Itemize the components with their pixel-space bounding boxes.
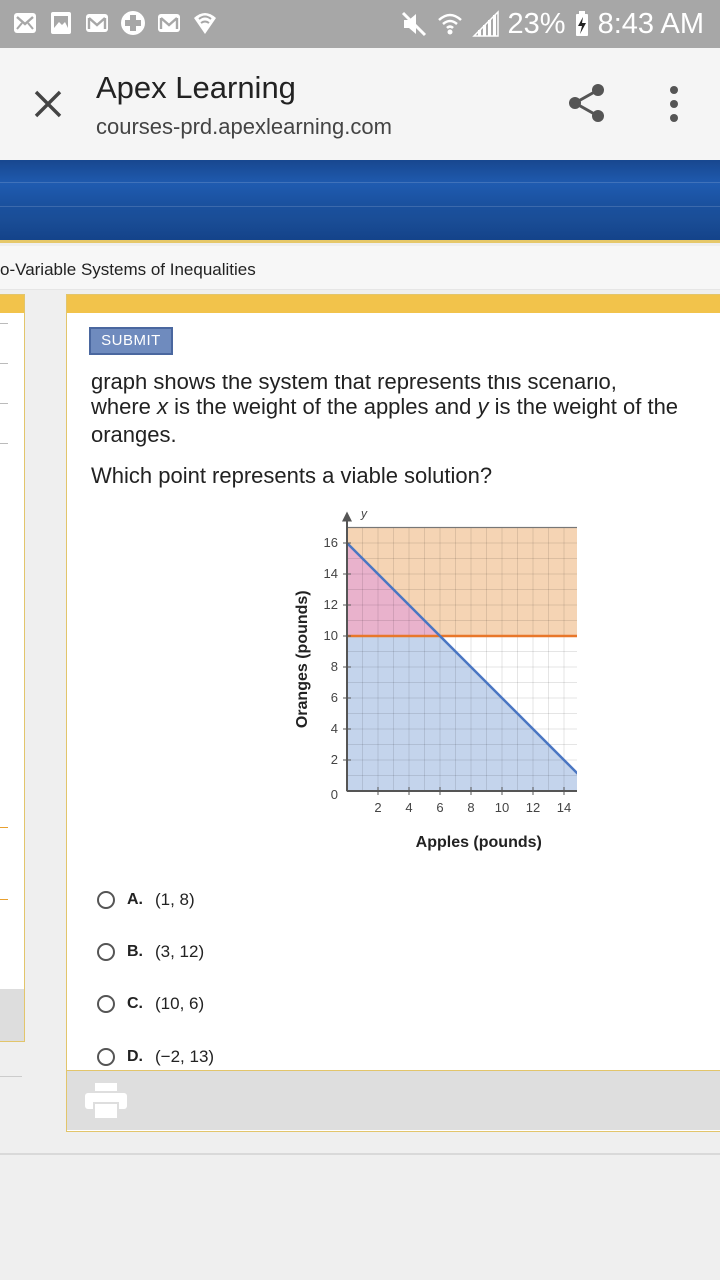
left-panel-tick	[0, 899, 8, 900]
y-tick-label: 14	[324, 566, 338, 581]
y-tick-label: 2	[331, 752, 338, 767]
lesson-title: o-Variable Systems of Inequalities	[0, 260, 256, 279]
question-text: is the weight of the apples and	[168, 394, 478, 419]
page-divider	[0, 1153, 720, 1155]
option-b[interactable]: B. (3, 12)	[97, 938, 204, 966]
health-app-icon	[121, 11, 145, 35]
question-line-partial: graph shows the system that represents t…	[91, 375, 617, 394]
x-tick-label: 10	[495, 800, 509, 815]
x-axis-label: Apples (pounds)	[416, 834, 542, 851]
print-icon[interactable]	[85, 1083, 127, 1119]
gallery-icon	[51, 12, 71, 34]
battery-percent: 23%	[507, 7, 566, 40]
gmail-icon-2	[158, 14, 180, 32]
var-x: x	[157, 394, 169, 419]
y-tick-label: 6	[331, 690, 338, 705]
share-icon[interactable]	[566, 82, 608, 124]
question-text: is the weight of the	[488, 394, 679, 419]
y-tick-label: 16	[324, 535, 338, 550]
screen: 23% 8:43 AM Apex Learning courses-prd.ap…	[0, 0, 720, 1280]
y-axis-variable: y	[360, 507, 368, 521]
banner-stripe	[0, 206, 720, 207]
y-axis-label: Oranges (pounds)	[294, 590, 311, 728]
option-text: (3, 12)	[155, 942, 205, 961]
question-prompt: Which point represents a viable solution…	[91, 463, 493, 488]
radio-button[interactable]	[97, 943, 115, 961]
option-text: (10, 6)	[155, 994, 205, 1013]
x-tick-label: 2	[374, 800, 381, 815]
left-panel-tick	[0, 403, 8, 404]
left-panel-footer	[0, 989, 24, 1041]
more-vert-icon[interactable]	[660, 80, 688, 128]
radio-button[interactable]	[97, 1048, 115, 1066]
mute-icon	[401, 11, 426, 37]
option-text: (1, 8)	[155, 890, 195, 909]
x-tick-label: 4	[405, 800, 412, 815]
option-letter: D.	[127, 1048, 143, 1065]
question-text: where	[91, 394, 158, 419]
status-bar: 23% 8:43 AM	[0, 0, 720, 48]
x-tick-label: 8	[467, 800, 474, 815]
question-card: SUBMIT graph shows the system that repre…	[66, 294, 720, 1132]
left-panel-header	[0, 295, 24, 313]
left-panel[interactable]	[0, 294, 25, 1042]
gmail-icon	[86, 14, 108, 32]
question-line-3: oranges.	[91, 422, 177, 447]
card-header-bar	[67, 295, 720, 313]
option-letter: B.	[127, 943, 143, 960]
wifi-shield-icon	[194, 13, 216, 34]
print-bar	[67, 1070, 720, 1130]
battery-charging-icon	[575, 11, 588, 36]
site-url: courses-prd.apexlearning.com	[96, 114, 392, 139]
option-a[interactable]: A. (1, 8)	[97, 886, 195, 914]
course-banner	[0, 160, 720, 243]
option-letter: C.	[127, 995, 143, 1012]
question-line-2: where x is the weight of the apples and …	[91, 394, 678, 420]
option-letter: A.	[127, 891, 143, 908]
option-d[interactable]: D. (−2, 13)	[97, 1043, 214, 1071]
notification-icons	[12, 10, 218, 36]
email-icon	[14, 13, 36, 33]
submit-button[interactable]: SUBMIT	[89, 327, 173, 355]
site-title: Apex Learning	[96, 70, 296, 105]
signal-icon	[471, 10, 499, 37]
left-panel-tick	[0, 323, 8, 324]
left-panel-tick	[0, 827, 8, 828]
banner-stripe	[0, 182, 720, 183]
wifi-icon	[437, 13, 462, 35]
inequality-graph: 2468101214162468101214160xyApples (pound…	[294, 507, 577, 851]
system-icons: 23% 8:43 AM	[400, 6, 704, 42]
option-text: (−2, 13)	[155, 1047, 215, 1066]
var-y: y	[477, 394, 489, 419]
left-panel-tick	[0, 443, 8, 444]
y-axis-arrow	[342, 511, 352, 522]
y-tick-label: 8	[331, 659, 338, 674]
y-tick-label: 10	[324, 628, 338, 643]
x-tick-label: 6	[436, 800, 443, 815]
y-tick-label: 4	[331, 721, 338, 736]
option-c[interactable]: C. (10, 6)	[97, 990, 204, 1018]
origin-label: 0	[331, 787, 338, 802]
radio-button[interactable]	[97, 995, 115, 1013]
left-panel-tick	[0, 363, 8, 364]
browser-toolbar: Apex Learning courses-prd.apexlearning.c…	[0, 48, 720, 160]
close-icon[interactable]	[26, 82, 70, 126]
y-tick-label: 12	[324, 597, 338, 612]
radio-button[interactable]	[97, 891, 115, 909]
lesson-bar: o-Variable Systems of Inequalities	[0, 246, 720, 290]
divider	[0, 1076, 22, 1077]
clock: 8:43 AM	[597, 7, 704, 40]
x-tick-label: 12	[526, 800, 540, 815]
x-tick-label: 14	[557, 800, 571, 815]
